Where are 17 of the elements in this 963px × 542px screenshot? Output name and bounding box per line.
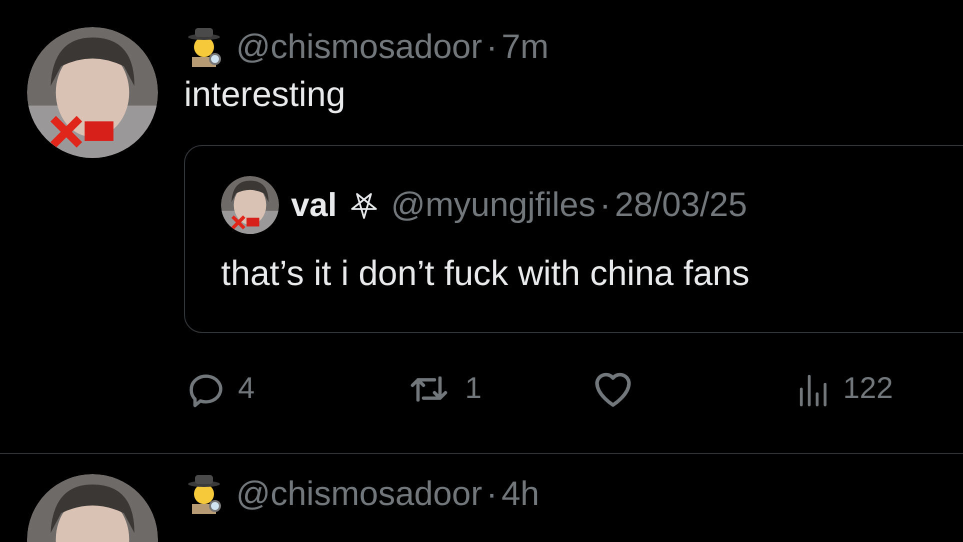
- timestamp: 4h: [502, 474, 540, 514]
- separator-dot: ·: [599, 186, 611, 224]
- timestamp: 7m: [502, 28, 549, 66]
- repost-count: 1: [465, 372, 482, 406]
- separator-dot: ·: [486, 474, 498, 514]
- date: 28/03/25: [614, 186, 748, 224]
- quoted-tweet-text: that’s it i don’t fuck with china fans: [221, 254, 751, 294]
- username[interactable]: @myungjfiles: [390, 186, 596, 224]
- username[interactable]: @chismosadoor: [236, 474, 482, 514]
- separator-dot: ·: [486, 28, 498, 66]
- tweet-text: interesting: [184, 75, 346, 115]
- reply-count: 4: [238, 372, 255, 406]
- view-count: 122: [843, 372, 894, 406]
- username[interactable]: @chismosadoor: [236, 28, 482, 66]
- quoted-tweet-card[interactable]: val @myungjfiles·28/03/25 that’s it i don’t fuck with china fans: [184, 145, 963, 333]
- display-name[interactable]: val: [291, 186, 337, 224]
- pentagram-icon: [348, 190, 379, 220]
